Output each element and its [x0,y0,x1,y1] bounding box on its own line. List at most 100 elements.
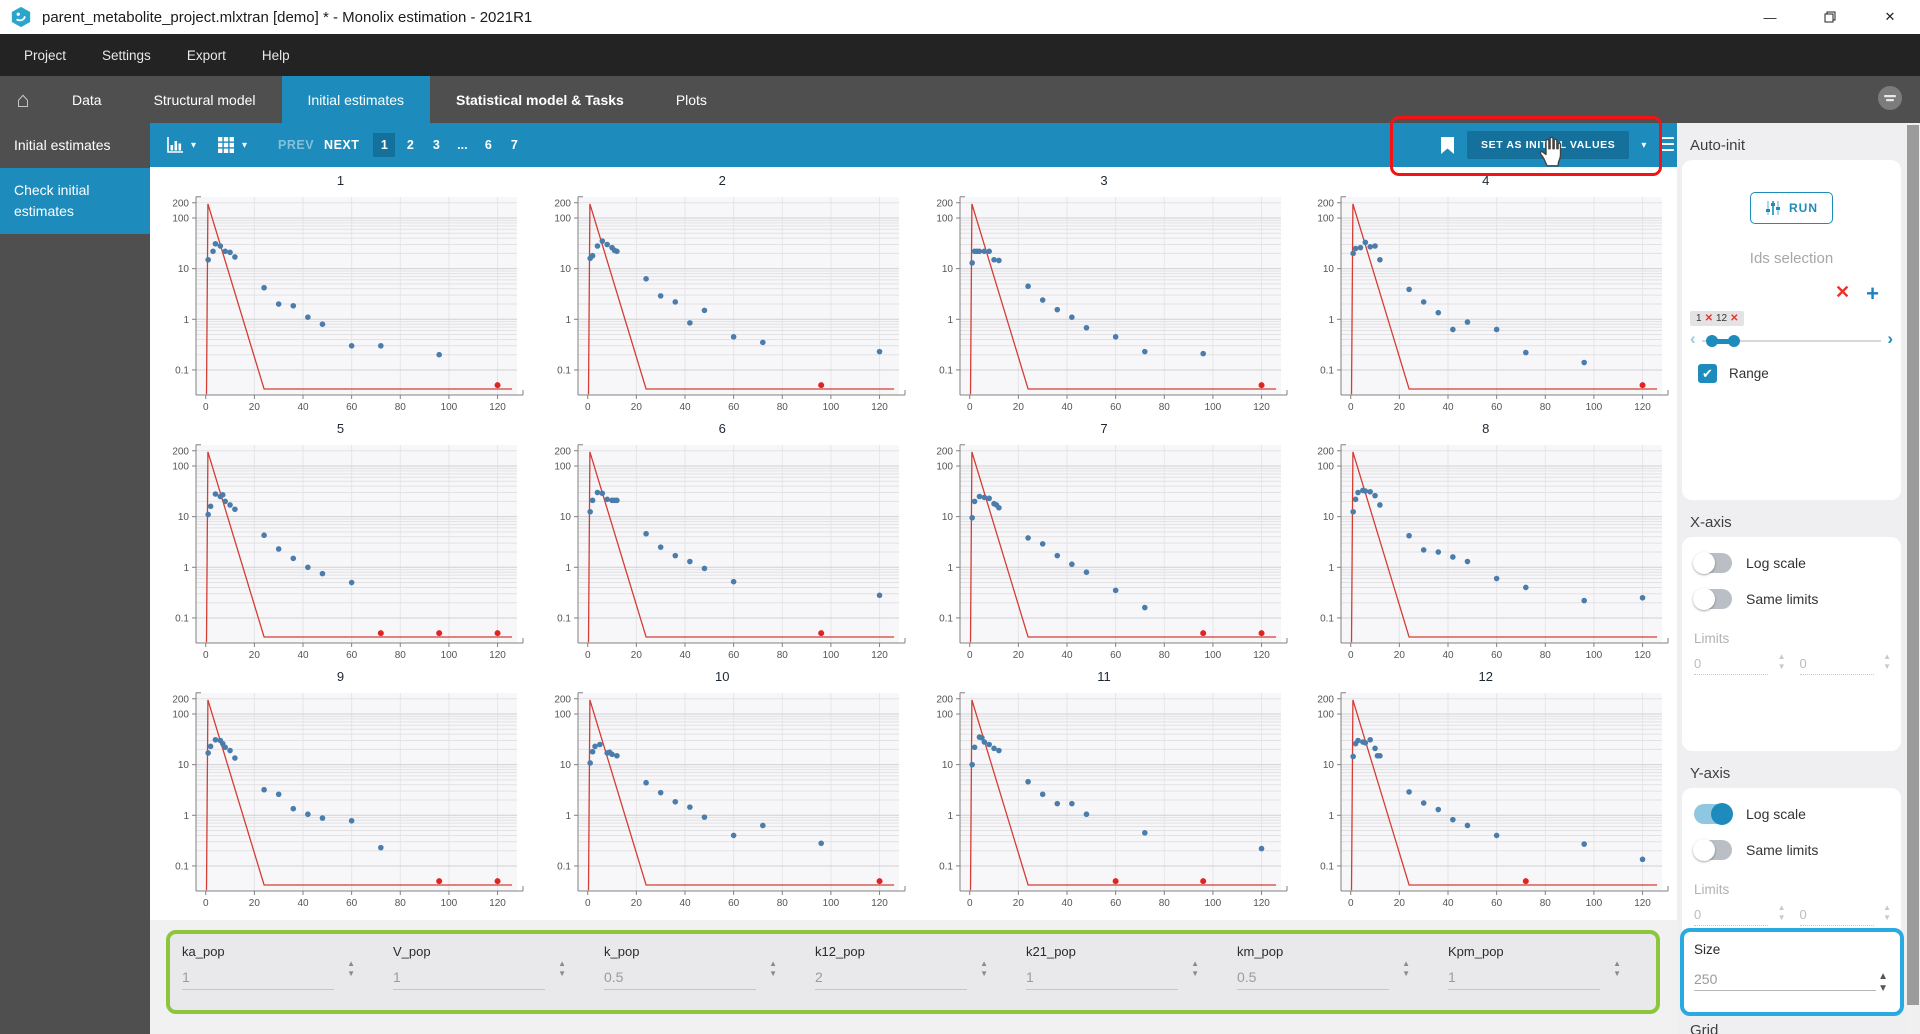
y-limit-max-input[interactable]: 0 [1799,907,1874,926]
add-ids-icon[interactable]: + [1866,283,1879,305]
close-icon[interactable]: ✕ [1860,0,1920,34]
spinner-up-icon[interactable]: ▲ [558,960,566,968]
plot-cell-7[interactable]: 7 200 100 10 1 0.1 0 20 40 60 80 100 120 [914,415,1295,663]
minimize-icon[interactable]: — [1740,0,1800,34]
set-initial-caret-icon[interactable]: ▾ [1641,140,1646,151]
menu-project[interactable]: Project [12,34,78,76]
page-button-1[interactable]: 1 [373,133,396,157]
param-value-input[interactable]: 1 [1448,969,1600,990]
spinner-up-icon[interactable]: ▲ [769,960,777,968]
plot-canvas[interactable]: 200 100 10 1 0.1 0 20 40 60 80 100 120 [914,685,1295,911]
x-limit-max-input[interactable]: 0 [1799,656,1874,675]
x-same-limits-toggle[interactable] [1693,588,1732,610]
home-icon[interactable]: ⌂ [0,76,46,123]
spinner-down-icon[interactable]: ▼ [769,970,777,978]
plot-canvas[interactable]: 200 100 10 1 0.1 0 20 40 60 80 100 120 [150,189,531,415]
plot-cell-5[interactable]: 5 200 100 10 1 0.1 0 20 40 60 80 100 120 [150,415,531,663]
spinner-up-icon[interactable]: ▲ [980,960,988,968]
plot-cell-2[interactable]: 2 200 100 10 1 0.1 0 20 40 60 80 100 120 [532,167,913,415]
spinner-down-icon[interactable]: ▼ [558,970,566,978]
spinner-down-icon[interactable]: ▼ [980,970,988,978]
bookmark-icon[interactable] [1440,136,1455,155]
sidebar-item-initial-estimates[interactable]: Initial estimates [0,123,150,168]
param-value-input[interactable]: 0.5 [1237,969,1389,990]
slider-handle-min[interactable] [1706,335,1718,347]
menu-help[interactable]: Help [250,34,302,76]
plot-canvas[interactable]: 200 100 10 1 0.1 0 20 40 60 80 100 120 [532,685,913,911]
spinner-down-icon[interactable]: ▼ [347,970,355,978]
plot-cell-10[interactable]: 10 200 100 10 1 0.1 0 20 40 60 80 100 120 [532,663,913,911]
plot-cell-8[interactable]: 8 200 100 10 1 0.1 0 20 40 60 80 100 120 [1295,415,1676,663]
spinner-down-icon[interactable]: ▼ [1878,984,1888,994]
ids-range-slider[interactable]: ‹ › [1690,329,1893,352]
tab-structural-model[interactable]: Structural model [128,76,282,123]
tab-initial-estimates[interactable]: Initial estimates [281,76,430,123]
plot-cell-6[interactable]: 6 200 100 10 1 0.1 0 20 40 60 80 100 120 [532,415,913,663]
spinner-down-icon[interactable]: ▼ [1191,970,1199,978]
spinner-down-icon[interactable]: ▼ [1883,663,1891,671]
slider-right-chevron-icon[interactable]: › [1887,329,1893,349]
page-button-...[interactable]: ... [451,133,473,157]
param-value-input[interactable]: 2 [815,969,967,990]
range-checkbox[interactable]: ✔ [1698,364,1717,383]
menu-settings[interactable]: Settings [90,34,163,76]
spinner-up-icon[interactable]: ▲ [1883,904,1891,912]
spinner-up-icon[interactable]: ▲ [1778,653,1786,661]
plot-cell-3[interactable]: 3 200 100 10 1 0.1 0 20 40 60 80 100 120 [914,167,1295,415]
run-button[interactable]: RUN [1750,192,1833,224]
plot-canvas[interactable]: 200 100 10 1 0.1 0 20 40 60 80 100 120 [1295,685,1676,911]
page-button-3[interactable]: 3 [425,133,447,157]
param-value-input[interactable]: 1 [182,969,334,990]
spinner-up-icon[interactable]: ▲ [1613,960,1621,968]
restore-icon[interactable] [1800,0,1860,34]
param-value-input[interactable]: 1 [393,969,545,990]
plot-type-icon[interactable] [166,136,184,154]
plot-cell-4[interactable]: 4 200 100 10 1 0.1 0 20 40 60 80 100 120 [1295,167,1676,415]
plot-type-caret-icon[interactable]: ▾ [191,140,196,151]
spinner-down-icon[interactable]: ▼ [1613,970,1621,978]
toolbar-menu-icon[interactable]: ☰ [1658,136,1675,155]
plot-canvas[interactable]: 200 100 10 1 0.1 0 20 40 60 80 100 120 [150,685,531,911]
spinner-up-icon[interactable]: ▲ [1883,653,1891,661]
menu-export[interactable]: Export [175,34,238,76]
x-limit-min-input[interactable]: 0 [1694,656,1768,675]
param-value-input[interactable]: 1 [1026,969,1178,990]
plot-canvas[interactable]: 200 100 10 1 0.1 0 20 40 60 80 100 120 [150,437,531,663]
grid-size-input[interactable]: 250 [1694,971,1876,991]
plot-cell-12[interactable]: 12 200 100 10 1 0.1 0 20 40 60 80 100 120 [1295,663,1676,911]
plot-canvas[interactable]: 200 100 10 1 0.1 0 20 40 60 80 100 120 [532,437,913,663]
spinner-down-icon[interactable]: ▼ [1402,970,1410,978]
tab-plots[interactable]: Plots [650,76,733,123]
plot-canvas[interactable]: 200 100 10 1 0.1 0 20 40 60 80 100 120 [914,189,1295,415]
chat-bubble-icon[interactable] [1876,85,1904,113]
plot-cell-1[interactable]: 1 200 100 10 1 0.1 0 20 40 60 80 100 120 [150,167,531,415]
layout-grid-caret-icon[interactable]: ▾ [242,140,247,151]
prev-page-button[interactable]: PREV [278,138,314,152]
page-button-6[interactable]: 6 [477,133,499,157]
next-page-button[interactable]: NEXT [324,138,359,152]
spinner-down-icon[interactable]: ▼ [1778,914,1786,922]
x-log-scale-toggle[interactable] [1693,552,1732,574]
scrollbar-thumb[interactable] [1907,125,1919,1005]
panel-scrollbar[interactable] [1906,123,1920,1034]
plot-cell-11[interactable]: 11 200 100 10 1 0.1 0 20 40 60 80 100 120 [914,663,1295,911]
clear-ids-icon[interactable]: ✕ [1835,283,1850,305]
spinner-down-icon[interactable]: ▼ [1883,914,1891,922]
spinner-up-icon[interactable]: ▲ [1402,960,1410,968]
spinner-up-icon[interactable]: ▲ [347,960,355,968]
chip-remove-icon[interactable]: ✕ [1705,313,1713,324]
tab-data[interactable]: Data [46,76,128,123]
plot-canvas[interactable]: 200 100 10 1 0.1 0 20 40 60 80 100 120 [1295,189,1676,415]
page-button-2[interactable]: 2 [399,133,421,157]
slider-left-chevron-icon[interactable]: ‹ [1690,329,1696,349]
spinner-up-icon[interactable]: ▲ [1778,904,1786,912]
y-log-scale-toggle[interactable] [1694,803,1733,825]
plot-canvas[interactable]: 200 100 10 1 0.1 0 20 40 60 80 100 120 [532,189,913,415]
tab-statistical-model-tasks[interactable]: Statistical model & Tasks [430,76,650,123]
spinner-up-icon[interactable]: ▲ [1878,972,1888,982]
plot-canvas[interactable]: 200 100 10 1 0.1 0 20 40 60 80 100 120 [1295,437,1676,663]
sidebar-item-check-initial-estimates[interactable]: Check initial estimates [0,168,150,234]
spinner-up-icon[interactable]: ▲ [1191,960,1199,968]
chip-remove-icon[interactable]: ✕ [1730,313,1738,324]
page-button-7[interactable]: 7 [503,133,525,157]
